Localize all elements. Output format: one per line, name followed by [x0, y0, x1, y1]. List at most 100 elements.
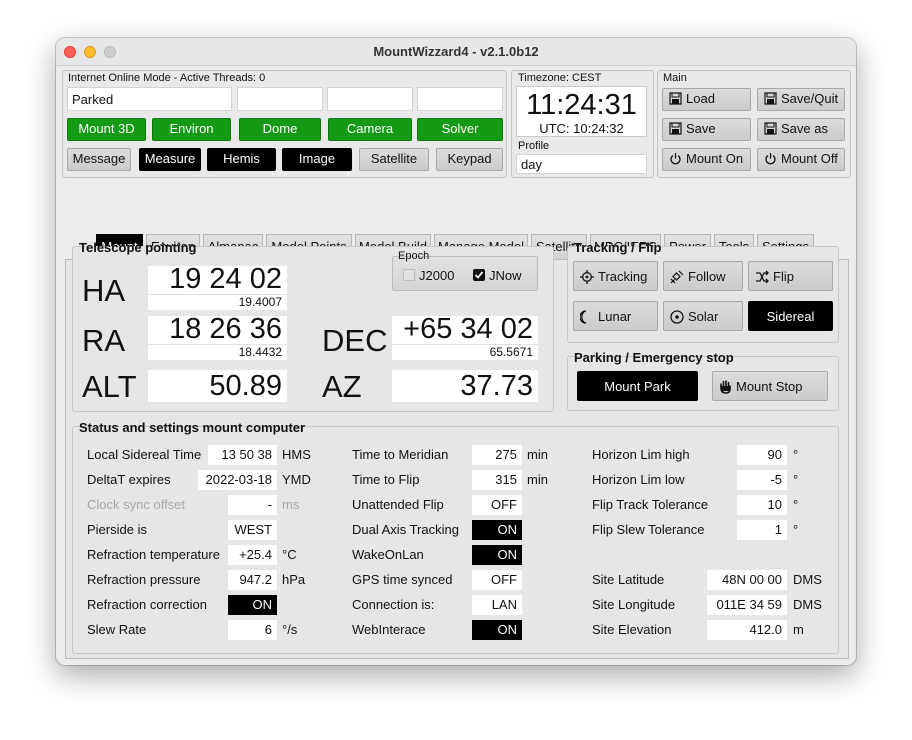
- ra-decimal: 18.4432: [238, 345, 282, 359]
- j2000-checkbox[interactable]: [403, 269, 415, 281]
- dec-value: +65 34 02: [403, 313, 533, 345]
- environ-button[interactable]: Environ: [152, 118, 231, 141]
- pierside-label: Pierside is: [87, 522, 147, 537]
- site-elevation-value: 412.0: [707, 620, 787, 640]
- connection-value: LAN: [472, 595, 522, 615]
- site-longitude-value: 011E 34 59: [707, 595, 787, 615]
- satellite-icon: [670, 270, 684, 283]
- image-button[interactable]: Image: [282, 148, 352, 171]
- shuffle-icon: [756, 270, 769, 284]
- connection-label: Connection is:: [352, 597, 435, 612]
- save-as-label: Save as: [781, 121, 828, 136]
- lunar-label: Lunar: [598, 309, 632, 324]
- online-mode-label: Internet Online Mode - Active Threads: 0: [68, 72, 266, 84]
- solver-button[interactable]: Solver: [417, 118, 503, 141]
- power-icon: [670, 153, 681, 165]
- mount-on-button[interactable]: Mount On: [662, 148, 751, 171]
- mount-on-label: Mount On: [686, 151, 744, 166]
- tracking-button[interactable]: Tracking: [573, 261, 658, 291]
- solar-label: Solar: [688, 309, 719, 324]
- floppy-icon: [764, 122, 777, 135]
- time-to-flip-unit: min: [527, 472, 548, 487]
- horizon-lim-high-value[interactable]: 90: [737, 445, 787, 465]
- site-latitude-value: 48N 00 00: [707, 570, 787, 590]
- wakeonlan-label: WakeOnLan: [352, 547, 424, 562]
- follow-label: Follow: [688, 269, 726, 284]
- webinterface-value[interactable]: ON: [472, 620, 522, 640]
- dome-button[interactable]: Dome: [239, 118, 321, 141]
- dual-axis-tracking-value[interactable]: ON: [472, 520, 522, 540]
- horizon-lim-low-value[interactable]: -5: [737, 470, 787, 490]
- flip-slew-tolerance-value[interactable]: 1: [737, 520, 787, 540]
- title-bar: MountWizzard4 - v2.1.0b12: [56, 38, 856, 66]
- solar-button[interactable]: Solar: [663, 301, 743, 331]
- flip-label: Flip: [773, 269, 794, 284]
- flip-button[interactable]: Flip: [748, 261, 833, 291]
- gps-synced-label: GPS time synced: [352, 572, 453, 587]
- horizon-lim-high-unit: °: [793, 447, 799, 462]
- wakeonlan-value[interactable]: ON: [472, 545, 522, 565]
- dec-decimal: 65.5671: [489, 345, 533, 359]
- moon-icon: [579, 309, 587, 324]
- follow-button[interactable]: Follow: [663, 261, 743, 291]
- load-button[interactable]: Load: [662, 88, 751, 111]
- tracking-label: Tracking: [598, 269, 648, 284]
- jnow-checkbox[interactable]: [473, 269, 485, 281]
- mount-stop-button[interactable]: Mount Stop: [712, 371, 828, 401]
- clock-sync-value: -: [228, 495, 277, 515]
- window-title: MountWizzard4 - v2.1.0b12: [373, 44, 539, 59]
- flip-track-tolerance-value[interactable]: 10: [737, 495, 787, 515]
- mount-3d-button[interactable]: Mount 3D: [67, 118, 146, 141]
- mount-park-button[interactable]: Mount Park: [577, 371, 698, 401]
- slew-rate-label: Slew Rate: [87, 622, 147, 637]
- tracking-title: Tracking / Flip: [574, 240, 662, 255]
- pointing-title: Telescope pointing: [79, 240, 197, 255]
- mount-off-button[interactable]: Mount Off: [757, 148, 845, 171]
- flip-slew-tolerance-label: Flip Slew Tolerance: [592, 522, 705, 537]
- epoch-label: Epoch: [398, 250, 430, 262]
- satellite-button[interactable]: Satellite: [359, 148, 429, 171]
- flip-track-tolerance-label: Flip Track Tolerance: [592, 497, 709, 512]
- jnow-label: JNow: [489, 268, 522, 283]
- camera-button[interactable]: Camera: [328, 118, 412, 141]
- main-label: Main: [663, 72, 687, 84]
- save-quit-button[interactable]: Save/Quit: [757, 88, 845, 111]
- az-display: 37.73: [392, 370, 538, 402]
- clock-sync-unit: ms: [282, 497, 300, 512]
- ha-label: HA: [82, 273, 126, 308]
- check-icon: [474, 271, 484, 279]
- ha-value: 19 24 02: [169, 263, 282, 295]
- unattended-flip-value[interactable]: OFF: [472, 495, 522, 515]
- lst-label: Local Sidereal Time: [87, 447, 202, 462]
- save-as-button[interactable]: Save as: [757, 118, 845, 141]
- site-longitude-unit: DMS: [793, 597, 822, 612]
- hemis-button[interactable]: Hemis: [207, 148, 276, 171]
- lunar-button[interactable]: Lunar: [573, 301, 658, 331]
- save-label: Save: [686, 121, 716, 136]
- flip-slew-tolerance-unit: °: [793, 522, 799, 537]
- profile-field[interactable]: day: [516, 154, 647, 174]
- save-button[interactable]: Save: [662, 118, 751, 141]
- refraction-correction-value: ON: [228, 595, 277, 615]
- message-button[interactable]: Message: [67, 148, 131, 171]
- keypad-button[interactable]: Keypad: [436, 148, 503, 171]
- slew-rate-value[interactable]: 6: [228, 620, 277, 640]
- sidereal-button[interactable]: Sidereal: [748, 301, 833, 331]
- floppy-icon: [669, 122, 682, 135]
- main-window: MountWizzard4 - v2.1.0b12 Internet Onlin…: [56, 38, 856, 665]
- status-frame: Internet Online Mode - Active Threads: 0…: [62, 70, 507, 178]
- timezone-label: Timezone: CEST: [518, 72, 602, 84]
- sun-icon: [670, 309, 684, 324]
- parking-title: Parking / Emergency stop: [574, 350, 734, 365]
- slew-rate-unit: °/s: [282, 622, 298, 637]
- ha-decimal: 19.4007: [238, 295, 282, 309]
- flip-track-tolerance-unit: °: [793, 497, 799, 512]
- utc-time: UTC: 10:24:32: [539, 121, 624, 136]
- site-latitude-label: Site Latitude: [592, 572, 665, 587]
- gps-synced-value: OFF: [472, 570, 522, 590]
- measure-button[interactable]: Measure: [139, 148, 201, 171]
- refraction-pressure-label: Refraction pressure: [87, 572, 201, 587]
- floppy-icon: [764, 92, 777, 105]
- site-latitude-unit: DMS: [793, 572, 822, 587]
- main-frame: Main Load Save/Quit Save Save as Mount O…: [657, 70, 851, 178]
